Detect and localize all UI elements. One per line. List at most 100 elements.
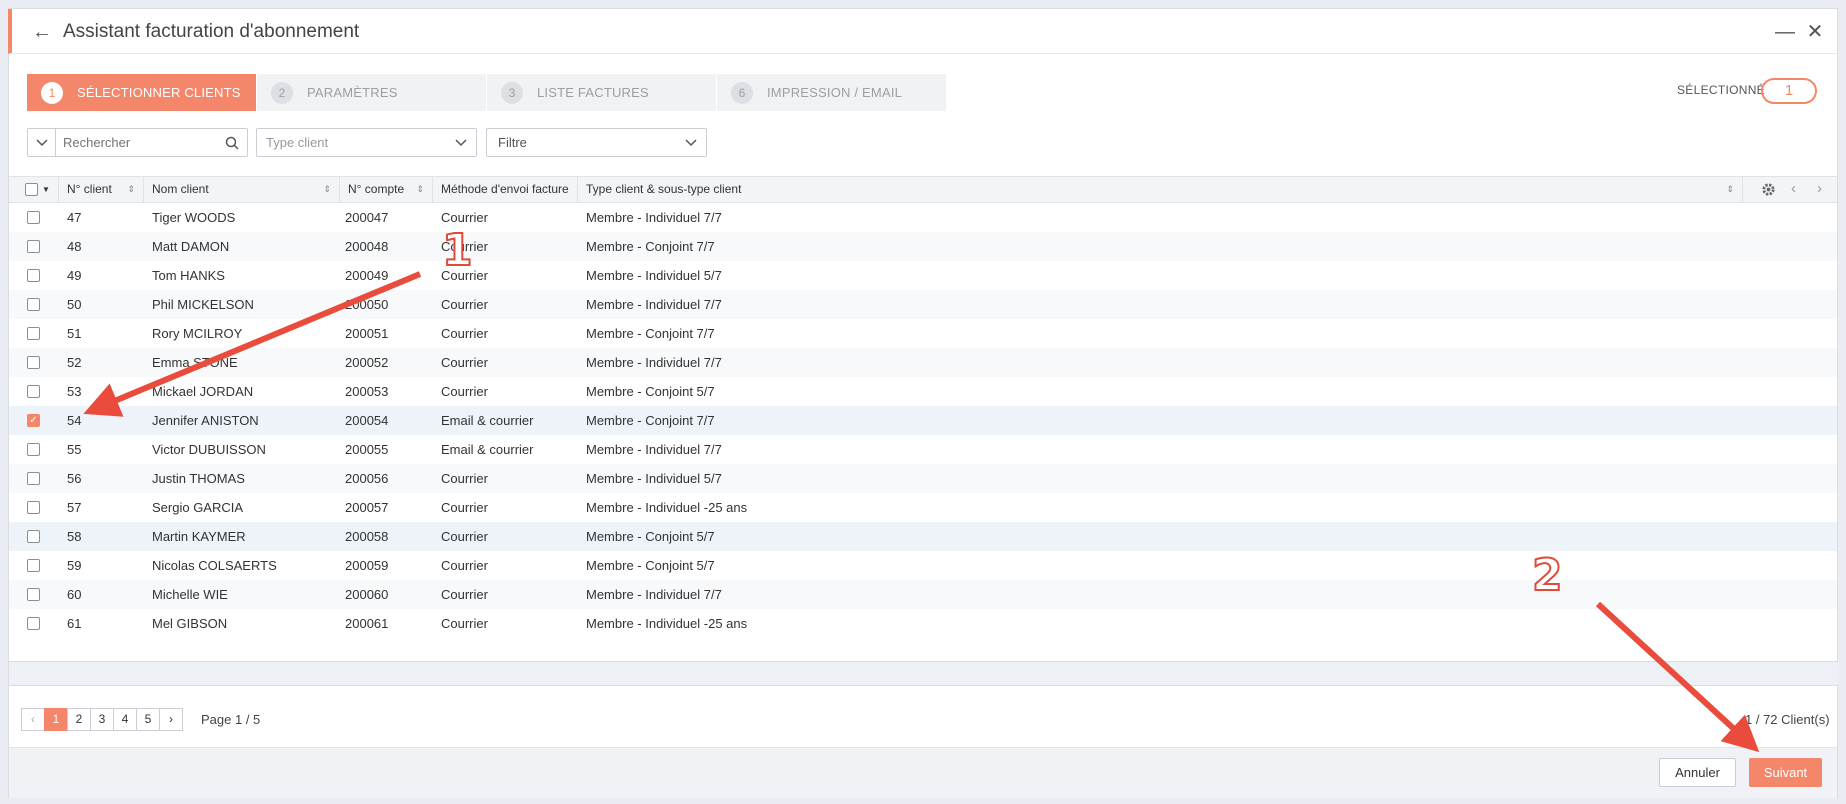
cell-type: Membre - Conjoint 5/7 xyxy=(586,384,715,399)
row-checkbox[interactable] xyxy=(27,356,40,369)
sort-icon: ⇕ xyxy=(1726,184,1734,194)
row-checkbox[interactable] xyxy=(27,617,40,630)
close-icon[interactable]: ✕ xyxy=(1802,19,1828,45)
cell-name: Michelle WIE xyxy=(152,587,228,602)
filter-placeholder: Filtre xyxy=(498,135,527,150)
dialog-title: Assistant facturation d'abonnement xyxy=(63,21,360,42)
step-number: 6 xyxy=(731,81,753,104)
step-number: 1 xyxy=(41,81,63,104)
table-row[interactable]: 61 Mel GIBSON 200061 Courrier Membre - Indiv… xyxy=(9,609,1837,638)
col-account-number[interactable]: N° compte ⇕ xyxy=(340,177,433,202)
table-row[interactable]: 56 Justin THOMAS 200056 Courrier Membre - In… xyxy=(9,464,1837,493)
row-checkbox[interactable] xyxy=(27,559,40,572)
cell-name: Rory MCILROY xyxy=(152,326,243,341)
prev-page-button[interactable]: ‹ xyxy=(21,708,45,731)
cell-name: Phil MICKELSON xyxy=(152,297,254,312)
step-invoice-list[interactable]: 3 LISTE FACTURES xyxy=(487,74,717,111)
col-label: N° client xyxy=(67,182,112,196)
cell-account: 200051 xyxy=(345,326,389,341)
row-checkbox[interactable] xyxy=(27,385,40,398)
table-row[interactable]: 50 Phil MICKELSON 200050 Courrier Membre - I… xyxy=(9,290,1837,319)
table-row[interactable]: 55 Victor DUBUISSON 200055 Email & courrier… xyxy=(9,435,1837,464)
next-page-button[interactable]: › xyxy=(159,708,183,731)
cell-num: 52 xyxy=(67,355,82,370)
chevron-down-icon xyxy=(35,138,48,146)
col-send-method[interactable]: Méthode d'envoi facture xyxy=(433,177,578,202)
annotation-number-2: 2 xyxy=(1531,549,1564,602)
page-button-5[interactable]: 5 xyxy=(136,708,160,731)
table-row[interactable]: 59 Nicolas COLSAERTS 200059 Courrier Membre … xyxy=(9,551,1837,580)
clients-grid: ▼ N° client ⇕ Nom client ⇕ N° compte ⇕ Méth… xyxy=(9,176,1837,638)
step-number: 3 xyxy=(501,81,523,104)
cell-name: Jennifer ANISTON xyxy=(152,413,259,428)
table-row[interactable]: 51 Rory MCILROY 200051 Courrier Membre - Con… xyxy=(9,319,1837,348)
table-row[interactable]: 48 Matt DAMON 200048 Courrier Membre - Conjo… xyxy=(9,232,1837,261)
cell-type: Membre - Individuel 7/7 xyxy=(586,355,722,370)
cell-method: Courrier xyxy=(441,529,488,544)
cell-account: 200056 xyxy=(345,471,389,486)
cell-account: 200048 xyxy=(345,239,389,254)
row-checkbox[interactable] xyxy=(27,327,40,340)
table-row[interactable]: 58 Martin KAYMER 200058 Courrier Membre - Co… xyxy=(9,522,1837,551)
caret-down-icon[interactable]: ▼ xyxy=(42,177,50,202)
row-checkbox[interactable] xyxy=(27,240,40,253)
step-select-clients[interactable]: 1 SÉLECTIONNER CLIENTS xyxy=(27,74,257,111)
cell-account: 200058 xyxy=(345,529,389,544)
table-row[interactable]: 49 Tom HANKS 200049 Courrier Membre - Indivi… xyxy=(9,261,1837,290)
client-type-select[interactable]: Type client xyxy=(256,128,477,157)
gear-icon[interactable] xyxy=(1761,182,1776,197)
back-arrow-icon[interactable]: ← xyxy=(29,20,55,44)
col-client-number[interactable]: N° client ⇕ xyxy=(59,177,144,202)
row-checkbox[interactable] xyxy=(27,588,40,601)
search-input[interactable] xyxy=(63,135,223,150)
grid-body: 47 Tiger WOODS 200047 Courrier Membre - Indi… xyxy=(9,203,1837,638)
row-checkbox[interactable] xyxy=(27,472,40,485)
step-print-email[interactable]: 6 IMPRESSION / EMAIL xyxy=(717,74,947,111)
search-dropdown-toggle[interactable] xyxy=(28,129,56,156)
col-client-name[interactable]: Nom client ⇕ xyxy=(144,177,340,202)
page-button-1[interactable]: 1 xyxy=(44,708,68,731)
cell-type: Membre - Individuel 7/7 xyxy=(586,442,722,457)
cell-name: Emma STONE xyxy=(152,355,238,370)
sort-icon: ⇕ xyxy=(127,184,135,194)
step-number: 2 xyxy=(271,81,293,104)
step-label: PARAMÈTRES xyxy=(307,85,398,100)
row-checkbox[interactable] xyxy=(27,443,40,456)
row-checkbox[interactable] xyxy=(27,501,40,514)
table-row[interactable]: 60 Michelle WIE 200060 Courrier Membre - Ind… xyxy=(9,580,1837,609)
chevron-down-icon xyxy=(685,138,697,146)
scroll-left-icon[interactable]: ‹ xyxy=(1791,180,1796,197)
row-checkbox[interactable] xyxy=(27,530,40,543)
cell-num: 48 xyxy=(67,239,82,254)
select-all-checkbox[interactable] xyxy=(25,183,38,196)
page-button-4[interactable]: 4 xyxy=(113,708,137,731)
cell-name: Victor DUBUISSON xyxy=(152,442,266,457)
step-parameters[interactable]: 2 PARAMÈTRES xyxy=(257,74,487,111)
row-checkbox[interactable] xyxy=(27,211,40,224)
table-row[interactable]: 47 Tiger WOODS 200047 Courrier Membre - Indi… xyxy=(9,203,1837,232)
cell-num: 57 xyxy=(67,500,82,515)
next-button[interactable]: Suivant xyxy=(1749,758,1822,787)
row-checkbox[interactable]: ✓ xyxy=(27,414,40,427)
table-row[interactable]: ✓ 54 Jennifer ANISTON 200054 Email & courrie… xyxy=(9,406,1837,435)
page-button-2[interactable]: 2 xyxy=(67,708,91,731)
col-client-type[interactable]: Type client & sous-type client ⇕ xyxy=(578,177,1743,202)
sort-icon: ⇕ xyxy=(323,184,331,194)
grid-footer-bar xyxy=(9,661,1838,686)
cell-num: 60 xyxy=(67,587,82,602)
table-row[interactable]: 53 Mickael JORDAN 200053 Courrier Membre - C… xyxy=(9,377,1837,406)
cancel-button[interactable]: Annuler xyxy=(1659,758,1736,787)
cell-account: 200059 xyxy=(345,558,389,573)
cell-num: 61 xyxy=(67,616,82,631)
minimize-icon[interactable]: — xyxy=(1772,19,1798,45)
table-row[interactable]: 52 Emma STONE 200052 Courrier Membre - Indiv… xyxy=(9,348,1837,377)
row-checkbox[interactable] xyxy=(27,298,40,311)
wizard-steps: 1 SÉLECTIONNER CLIENTS 2 PARAMÈTRES 3 LI… xyxy=(27,74,947,111)
row-checkbox[interactable] xyxy=(27,269,40,282)
page-button-3[interactable]: 3 xyxy=(90,708,114,731)
cell-type: Membre - Individuel 5/7 xyxy=(586,268,722,283)
scroll-right-icon[interactable]: › xyxy=(1817,180,1822,197)
table-row[interactable]: 57 Sergio GARCIA 200057 Courrier Membre - In… xyxy=(9,493,1837,522)
search-icon[interactable] xyxy=(225,136,239,150)
filter-select[interactable]: Filtre xyxy=(486,128,707,157)
